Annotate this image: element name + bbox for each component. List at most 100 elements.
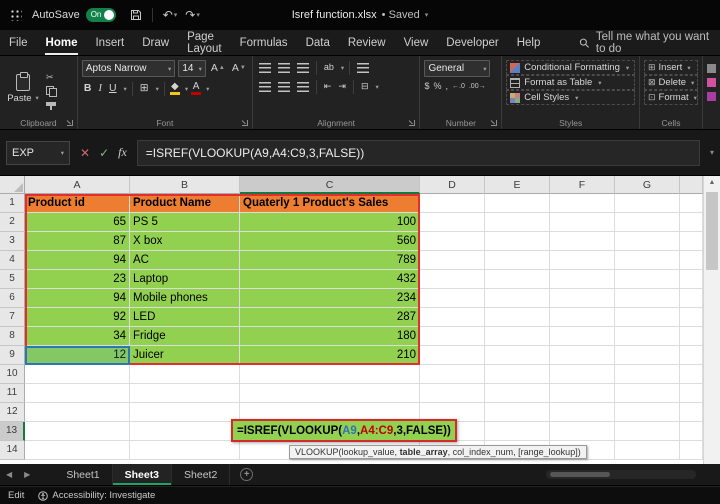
menu-tab-file[interactable]: File	[0, 30, 37, 55]
tell-me-search[interactable]: Tell me what you want to do	[579, 31, 720, 55]
vertical-scrollbar[interactable]: ▲	[703, 176, 720, 464]
clear-icon[interactable]	[707, 78, 716, 87]
cell-F6[interactable]	[550, 289, 615, 308]
cell-C3[interactable]: 560	[240, 232, 420, 251]
row-header-7[interactable]: 7	[0, 308, 25, 327]
cell-D4[interactable]	[420, 251, 485, 270]
cell-filler-1[interactable]	[680, 194, 703, 213]
percent-format-icon[interactable]: %	[433, 81, 441, 91]
cell-A10[interactable]	[25, 365, 130, 384]
cell-G1[interactable]	[615, 194, 680, 213]
insert-button[interactable]: ⊞ Insert ▾	[644, 60, 698, 75]
decrease-font-icon[interactable]: A ▼	[230, 61, 248, 76]
row-header-12[interactable]: 12	[0, 403, 25, 422]
sort-filter-icon[interactable]	[707, 92, 716, 101]
horizontal-scrollbar[interactable]	[546, 470, 696, 479]
in-cell-formula-editor[interactable]: =ISREF(VLOOKUP(A9, A4:C9,3,FALSE))	[231, 419, 457, 442]
cell-E8[interactable]	[485, 327, 550, 346]
expand-formula-bar-icon[interactable]: ▾	[710, 148, 714, 157]
font-color-icon[interactable]: A	[191, 82, 202, 95]
font-name-select[interactable]: Aptos Narrow ▾	[81, 60, 176, 77]
cell-G6[interactable]	[615, 289, 680, 308]
cell-F4[interactable]	[550, 251, 615, 270]
cell-B3[interactable]: X box	[130, 232, 240, 251]
cell-B6[interactable]: Mobile phones	[130, 289, 240, 308]
cell-D1[interactable]	[420, 194, 485, 213]
align-bottom-icon[interactable]	[296, 62, 309, 73]
cell-C2[interactable]: 100	[240, 213, 420, 232]
cell-F13[interactable]	[550, 422, 615, 441]
font-size-select[interactable]: 14 ▾	[178, 60, 206, 77]
col-header-A[interactable]: A	[25, 176, 130, 194]
row-header-6[interactable]: 6	[0, 289, 25, 308]
cell-E2[interactable]	[485, 213, 550, 232]
cell-B5[interactable]: Laptop	[130, 270, 240, 289]
cell-C11[interactable]	[240, 384, 420, 403]
col-header-blank[interactable]	[680, 176, 703, 194]
cell-E7[interactable]	[485, 308, 550, 327]
wrap-text-icon[interactable]	[357, 62, 370, 73]
cell-F12[interactable]	[550, 403, 615, 422]
cell-B14[interactable]	[130, 441, 240, 460]
cut-icon[interactable]: ✂	[46, 72, 56, 82]
autosave-toggle[interactable]: On	[85, 8, 116, 22]
cell-A1[interactable]: Product id	[25, 194, 130, 213]
format-painter-icon[interactable]	[46, 101, 56, 110]
cell-C8[interactable]: 180	[240, 327, 420, 346]
menu-tab-data[interactable]: Data	[297, 30, 339, 55]
row-header-8[interactable]: 8	[0, 327, 25, 346]
document-title[interactable]: Isref function.xlsx • Saved ▾	[292, 0, 429, 30]
cell-B13[interactable]	[130, 422, 240, 441]
menu-tab-developer[interactable]: Developer	[437, 30, 507, 55]
menu-tab-view[interactable]: View	[395, 30, 438, 55]
cell-E11[interactable]	[485, 384, 550, 403]
cell-G8[interactable]	[615, 327, 680, 346]
name-box[interactable]: EXP ▾	[6, 140, 70, 165]
cell-A9[interactable]: 12	[25, 346, 130, 365]
cell-F1[interactable]	[550, 194, 615, 213]
cell-filler-6[interactable]	[680, 289, 703, 308]
cell-C10[interactable]	[240, 365, 420, 384]
app-launcher-icon[interactable]	[10, 9, 22, 21]
cell-A4[interactable]: 94	[25, 251, 130, 270]
col-header-F[interactable]: F	[550, 176, 615, 194]
formula-input[interactable]: =ISREF(VLOOKUP(A9,A4:C9,3,FALSE))	[136, 139, 700, 166]
cell-G12[interactable]	[615, 403, 680, 422]
accounting-format-icon[interactable]: $	[424, 81, 429, 91]
cell-B7[interactable]: LED	[130, 308, 240, 327]
borders-icon[interactable]: ⊞	[138, 81, 151, 96]
cell-F10[interactable]	[550, 365, 615, 384]
cell-filler-7[interactable]	[680, 308, 703, 327]
menu-tab-home[interactable]: Home	[37, 30, 87, 55]
dialog-launcher-icon[interactable]	[408, 119, 416, 127]
align-top-icon[interactable]	[258, 62, 271, 73]
save-icon[interactable]	[130, 9, 142, 21]
align-center-icon[interactable]	[277, 81, 290, 92]
cell-E9[interactable]	[485, 346, 550, 365]
cell-A2[interactable]: 65	[25, 213, 130, 232]
col-header-B[interactable]: B	[130, 176, 240, 194]
cell-B8[interactable]: Fridge	[130, 327, 240, 346]
cell-F8[interactable]	[550, 327, 615, 346]
cell-A12[interactable]	[25, 403, 130, 422]
italic-button[interactable]: I	[96, 81, 104, 96]
select-all-corner[interactable]	[0, 176, 25, 194]
cell-A11[interactable]	[25, 384, 130, 403]
cell-C1[interactable]: Quaterly 1 Product's Sales	[240, 194, 420, 213]
format-button[interactable]: ⊡ Format ▾	[644, 90, 698, 105]
menu-tab-insert[interactable]: Insert	[86, 30, 133, 55]
copy-icon[interactable]	[46, 85, 57, 97]
cell-B12[interactable]	[130, 403, 240, 422]
cell-filler-12[interactable]	[680, 403, 703, 422]
cell-B4[interactable]: AC	[130, 251, 240, 270]
row-header-14[interactable]: 14	[0, 441, 25, 460]
delete-button[interactable]: ⊠ Delete ▾	[644, 75, 698, 90]
row-header-10[interactable]: 10	[0, 365, 25, 384]
cell-C9[interactable]: 210	[240, 346, 420, 365]
menu-tab-draw[interactable]: Draw	[133, 30, 178, 55]
cell-D6[interactable]	[420, 289, 485, 308]
cell-F7[interactable]	[550, 308, 615, 327]
cell-D5[interactable]	[420, 270, 485, 289]
cell-F2[interactable]	[550, 213, 615, 232]
cell-G2[interactable]	[615, 213, 680, 232]
